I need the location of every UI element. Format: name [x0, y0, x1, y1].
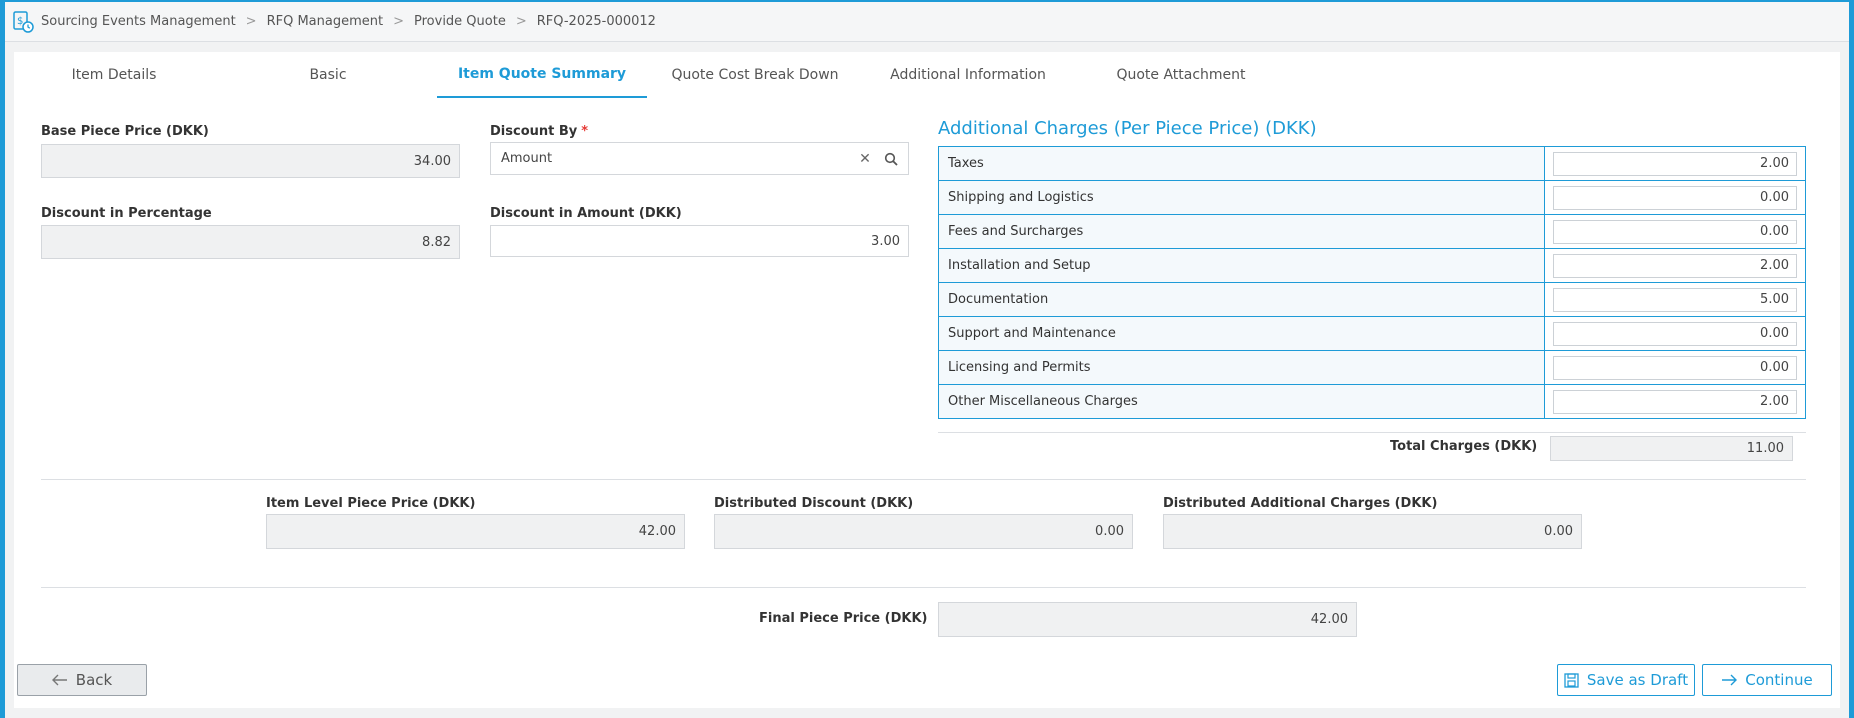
base-piece-price-label: Base Piece Price (DKK): [41, 124, 209, 139]
divider: [41, 587, 1806, 588]
distributed-charges-label: Distributed Additional Charges (DKK): [1163, 496, 1438, 511]
final-piece-price-field: 42.00: [938, 602, 1357, 637]
breadcrumb: $ Sourcing Events Management > RFQ Manag…: [5, 2, 1849, 42]
divider: [41, 479, 1806, 480]
charge-name: Other Miscellaneous Charges: [938, 384, 1545, 419]
charge-value-input[interactable]: 5.00: [1553, 287, 1797, 312]
additional-charges-title: Additional Charges (Per Piece Price) (DK…: [938, 118, 1317, 139]
total-charges-label: Total Charges (DKK): [1390, 439, 1538, 454]
charge-name: Taxes: [938, 146, 1545, 181]
discount-percentage-field: 8.82: [41, 225, 460, 259]
table-row: Fees and Surcharges 0.00: [938, 214, 1806, 249]
discount-amount-label: Discount in Amount (DKK): [490, 206, 682, 221]
charge-value-input[interactable]: 2.00: [1553, 151, 1797, 176]
svg-text:$: $: [17, 16, 23, 27]
charge-name: Shipping and Logistics: [938, 180, 1545, 215]
distributed-discount-label: Distributed Discount (DKK): [714, 496, 914, 511]
required-marker: *: [581, 124, 589, 139]
left-accent-stripe: [0, 0, 5, 718]
divider: [938, 432, 1806, 433]
discount-by-label: Discount By *: [490, 124, 588, 139]
chevron-right-icon: >: [245, 14, 257, 29]
save-as-draft-label: Save as Draft: [1586, 671, 1689, 689]
total-charges-field: 11.00: [1550, 436, 1793, 461]
continue-button-label: Continue: [1745, 671, 1813, 689]
charge-value-input[interactable]: 0.00: [1553, 355, 1797, 380]
breadcrumb-item-provide-quote[interactable]: Provide Quote: [414, 14, 506, 29]
chevron-right-icon: >: [515, 14, 527, 29]
discount-by-value: Amount: [501, 151, 553, 166]
base-piece-price-field: 34.00: [41, 144, 460, 178]
charge-value-input[interactable]: 0.00: [1553, 185, 1797, 210]
charge-name: Support and Maintenance: [938, 316, 1545, 351]
item-level-price-field: 42.00: [266, 514, 685, 549]
tab-item-quote-summary[interactable]: Item Quote Summary: [437, 52, 647, 98]
tab-quote-attachment[interactable]: Quote Attachment: [1076, 52, 1286, 98]
breadcrumb-item-rfq-id: RFQ-2025-000012: [536, 14, 656, 29]
charge-name: Licensing and Permits: [938, 350, 1545, 385]
charge-value-input[interactable]: 0.00: [1553, 219, 1797, 244]
charge-value-input[interactable]: 2.00: [1553, 253, 1797, 278]
charge-value-input[interactable]: 2.00: [1553, 389, 1797, 414]
table-row: Shipping and Logistics 0.00: [938, 180, 1806, 215]
tab-quote-cost-break-down[interactable]: Quote Cost Break Down: [650, 52, 860, 98]
back-button-label: Back: [75, 671, 113, 689]
additional-charges-table: Taxes 2.00 Shipping and Logistics 0.00 F…: [938, 146, 1806, 419]
save-as-draft-button[interactable]: Save as Draft: [1557, 664, 1695, 696]
arrow-right-icon: [1721, 674, 1738, 686]
discount-by-label-text: Discount By: [490, 124, 578, 139]
breadcrumb-item-rfq-management[interactable]: RFQ Management: [267, 14, 384, 29]
charge-value-input[interactable]: 0.00: [1553, 321, 1797, 346]
back-button[interactable]: Back: [17, 664, 147, 696]
breadcrumb-item-sourcing-events[interactable]: Sourcing Events Management: [41, 14, 236, 29]
final-piece-price-label: Final Piece Price (DKK): [759, 611, 928, 626]
table-row: Other Miscellaneous Charges 2.00: [938, 384, 1806, 419]
arrow-left-icon: [51, 674, 68, 686]
search-icon[interactable]: [883, 151, 899, 167]
table-row: Taxes 2.00: [938, 146, 1806, 181]
right-accent-stripe: [1849, 0, 1854, 718]
charge-name: Installation and Setup: [938, 248, 1545, 283]
sourcing-icon: $: [11, 10, 35, 34]
table-row: Documentation 5.00: [938, 282, 1806, 317]
discount-by-select[interactable]: Amount ✕: [490, 142, 909, 175]
tab-additional-information[interactable]: Additional Information: [862, 52, 1074, 98]
table-row: Licensing and Permits 0.00: [938, 350, 1806, 385]
clear-icon[interactable]: ✕: [857, 151, 873, 167]
charge-name: Documentation: [938, 282, 1545, 317]
save-icon: [1564, 672, 1579, 688]
item-level-price-label: Item Level Piece Price (DKK): [266, 496, 476, 511]
table-row: Installation and Setup 2.00: [938, 248, 1806, 283]
discount-amount-input[interactable]: 3.00: [490, 225, 909, 257]
discount-percentage-label: Discount in Percentage: [41, 206, 212, 221]
tab-item-details[interactable]: Item Details: [14, 52, 214, 98]
table-row: Support and Maintenance 0.00: [938, 316, 1806, 351]
tab-basic[interactable]: Basic: [224, 52, 432, 98]
chevron-right-icon: >: [393, 14, 404, 29]
distributed-discount-field: 0.00: [714, 514, 1133, 549]
charge-name: Fees and Surcharges: [938, 214, 1545, 249]
continue-button[interactable]: Continue: [1702, 664, 1832, 696]
distributed-charges-field: 0.00: [1163, 514, 1582, 549]
